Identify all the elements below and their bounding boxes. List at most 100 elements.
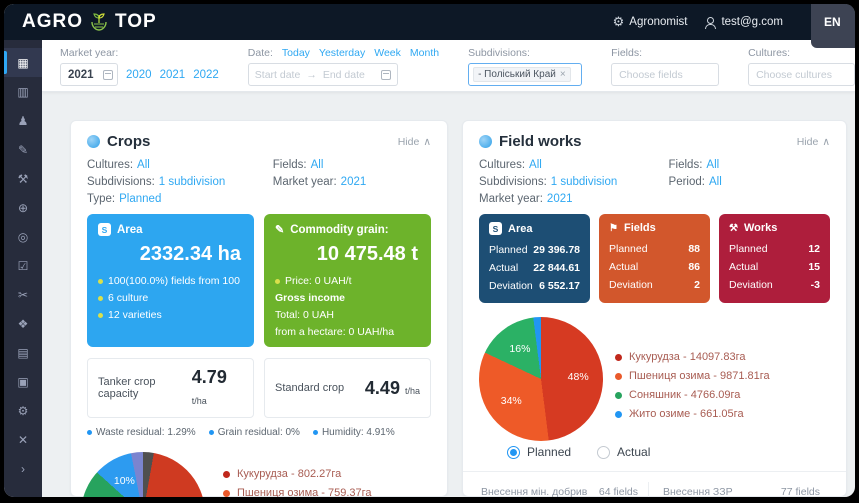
subdivisions-select[interactable]: - Поліський Край × (468, 63, 583, 86)
language-switcher[interactable]: EN (811, 4, 855, 48)
sidebar-item-dashboard[interactable]: ▦ (4, 48, 42, 77)
crops-chart-section: 34% 17% 10% Кукурудза - 802.27га Пшениця… (81, 452, 431, 497)
role-label: Agronomist (629, 16, 688, 28)
planned-radio[interactable]: Planned (507, 445, 571, 459)
fields-label: Fields: (611, 47, 643, 59)
area-icon: S (98, 223, 111, 236)
top-bar: AGRO TOP ⚙ Agronomist test@g.com (4, 4, 855, 40)
cultures-select[interactable]: Choose cultures (748, 63, 855, 86)
legend-dot (223, 489, 230, 497)
fields-select[interactable]: Choose fields (611, 63, 720, 86)
fw-market-year-value[interactable]: 2021 (547, 193, 573, 205)
crops-cultures-value[interactable]: All (137, 159, 150, 171)
fw-works-deviation: Deviation -3 (729, 279, 820, 291)
sidebar-item-tasks[interactable]: ☑ (4, 251, 42, 280)
field-works-hide-link[interactable]: Hide ∧ (797, 136, 830, 148)
fw-fields-card: ⚑ Fields Planned 88 Actual 86 Deviation 2 (599, 214, 710, 303)
sidebar-item-journal[interactable]: ▣ (4, 367, 42, 396)
sidebar-item-equipment[interactable]: ✂ (4, 280, 42, 309)
crops-subdivisions-value[interactable]: 1 subdivision (159, 176, 225, 188)
calendar-icon[interactable] (103, 69, 113, 80)
work-stats-row: Внесення мін. добрив 64 fields Planned1 … (479, 482, 830, 497)
year-link-2021[interactable]: 2021 (160, 69, 186, 81)
sidebar-item-map[interactable]: ⊕ (4, 193, 42, 222)
field-works-panel-icon (479, 135, 492, 148)
sidebar-item-close[interactable]: ✕ (4, 425, 42, 454)
sidebar-item-monitoring[interactable]: ◎ (4, 222, 42, 251)
account-menu[interactable]: test@g.com (705, 16, 783, 29)
quality-metrics: Waste residual: 1.29% Grain residual: 0%… (87, 427, 431, 438)
fw-meta-fields: Fields: All (668, 159, 720, 171)
legend-item[interactable]: Пшениця озима - 759.37га (223, 487, 372, 497)
logo-text-left: AGRO (22, 11, 83, 32)
sidebar-item-documents[interactable]: ▤ (4, 338, 42, 367)
grain-residual: Grain residual: 0% (208, 427, 300, 438)
work-stat-title: Внесення ЗЗР (663, 486, 733, 497)
legend-dot (615, 353, 622, 361)
radio-checked-icon (507, 445, 520, 459)
date-link-yesterday[interactable]: Yesterday (319, 47, 365, 59)
date-link-month[interactable]: Month (410, 47, 439, 59)
wrench-icon: ⚒ (729, 222, 738, 234)
fw-cultures-value[interactable]: All (529, 159, 542, 171)
role-menu[interactable]: ⚙ Agronomist (613, 14, 688, 30)
actual-radio[interactable]: Actual (597, 445, 650, 459)
legend-item[interactable]: Кукурудза - 802.27га (223, 468, 372, 480)
crops-hide-link[interactable]: Hide ∧ (398, 136, 431, 148)
cultures-placeholder: Choose cultures (756, 68, 832, 81)
area-total-value: 2332.34 ha (139, 243, 241, 265)
cultures-label: Cultures: (748, 47, 791, 59)
logo[interactable]: AGRO TOP (22, 10, 157, 34)
globe-icon: ⊕ (17, 200, 29, 215)
calendar-icon[interactable] (380, 69, 391, 80)
tasks-icon: ☑ (17, 258, 29, 273)
chevron-right-icon: › (21, 461, 25, 476)
crops-fields-value[interactable]: All (311, 159, 324, 171)
crops-panel-icon (87, 135, 100, 148)
gross-income-label: Gross income (275, 292, 346, 304)
fw-period-value[interactable]: All (709, 176, 722, 188)
sidebar-item-staff[interactable]: ♟ (4, 106, 42, 135)
subdivision-tag: - Поліський Край × (473, 67, 571, 82)
market-year-input[interactable]: 2021 (60, 63, 118, 86)
crops-type-value[interactable]: Planned (119, 193, 161, 205)
analytics-icon: ❖ (17, 316, 29, 331)
sidebar-item-crops[interactable]: ✎ (4, 135, 42, 164)
date-link-today[interactable]: Today (282, 47, 310, 59)
date-range-input[interactable]: Start date → End date (247, 63, 398, 86)
market-year-group: Market year: 2021 2020 2021 2022 (60, 47, 219, 91)
reports-icon: ▥ (17, 84, 29, 99)
chevron-up-icon: ∧ (822, 135, 830, 148)
sidebar-item-analytics[interactable]: ❖ (4, 309, 42, 338)
fw-fields-value[interactable]: All (706, 159, 719, 171)
legend-item[interactable]: Соняшник - 4766.09га (615, 389, 770, 401)
year-link-2020[interactable]: 2020 (126, 69, 152, 81)
crops-meta-fields: Fields: All (272, 159, 324, 171)
sidebar-collapse[interactable]: › (4, 454, 42, 483)
crops-market-year-value[interactable]: 2021 (341, 176, 367, 188)
sidebar-item-settings[interactable]: ⚙ (4, 396, 42, 425)
grain-price-line: Price: 0 UAH/t (275, 275, 420, 287)
fw-area-planned: Planned 29 396.78 (489, 244, 580, 256)
sidebar-item-machinery[interactable]: ⚒ (4, 164, 42, 193)
field-works-pie-chart[interactable]: 48% 34% 16% (479, 317, 603, 441)
date-link-week[interactable]: Week (374, 47, 401, 59)
work-stat-card-zzr: Внесення ЗЗР 77 fields Planned10 739.93 … (648, 482, 830, 497)
work-stat-card-fertilizers: Внесення мін. добрив 64 fields Planned1 … (479, 482, 648, 497)
fw-area-deviation: Deviation 6 552.17 (489, 280, 580, 292)
fw-subdivisions-value[interactable]: 1 subdivision (551, 176, 617, 188)
bullet-icon (98, 312, 103, 318)
bullet-icon (208, 430, 214, 435)
bullet-icon (98, 295, 103, 301)
sidebar-item-reports[interactable]: ▥ (4, 77, 42, 106)
legend-item[interactable]: Жито озиме - 661.05га (615, 408, 770, 420)
hide-label: Hide (796, 135, 819, 148)
year-link-2022[interactable]: 2022 (193, 69, 219, 81)
bullet-icon (312, 430, 318, 435)
fields-placeholder: Choose fields (619, 68, 683, 81)
market-year-value: 2021 (68, 68, 94, 81)
crops-pie-chart[interactable]: 34% 17% 10% (81, 452, 205, 497)
remove-tag-icon[interactable]: × (560, 69, 566, 80)
legend-item[interactable]: Пшениця озима - 9871.81га (615, 370, 770, 382)
legend-item[interactable]: Кукурудза - 14097.83га (615, 351, 770, 363)
